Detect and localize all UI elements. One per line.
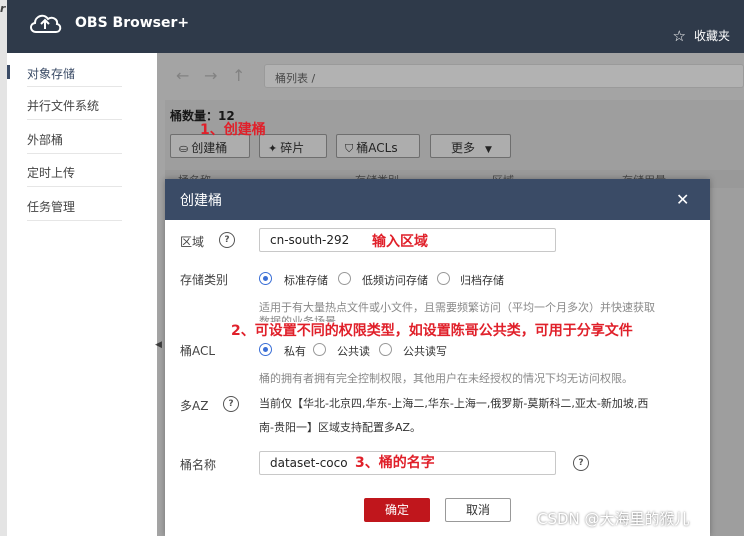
multi-az-info: 当前仅【华北-北京四,华东-上海二,华东-上海一,俄罗斯-莫斯科二,亚太-新加坡…: [259, 392, 709, 440]
app-title: OBS Browser+: [75, 15, 190, 31]
multi-az-info-line-1: 当前仅【华北-北京四,华东-上海二,华东-上海一,俄罗斯-莫斯科二,亚太-新加坡…: [259, 397, 649, 410]
star-icon: ☆: [672, 27, 686, 45]
radio-label: 归档存储: [460, 274, 504, 287]
corner-glyph: r: [0, 2, 6, 15]
radio-label: 公共读: [337, 345, 370, 358]
radio-standard-storage[interactable]: [259, 272, 272, 285]
region-label: 区域: [180, 235, 205, 249]
bucket-name-label: 桶名称: [180, 458, 217, 472]
annotation-bucket-name: 3、桶的名字: [355, 455, 435, 471]
sidebar-item-scheduled-upload[interactable]: 定时上传: [27, 164, 122, 181]
divider: [27, 186, 122, 187]
bucket-acl-label: 桶ACL: [180, 344, 216, 358]
sidebar-item-object-storage[interactable]: 对象存储: [27, 65, 122, 82]
sidebar-item-task-management[interactable]: 任务管理: [27, 198, 122, 215]
radio-public-read-write[interactable]: [379, 343, 392, 356]
acl-description: 桶的拥有者拥有完全控制权限，其他用户在未经授权的情况下均无访问权限。: [259, 372, 633, 385]
divider: [27, 220, 122, 221]
dialog-title: 创建桶: [180, 193, 222, 209]
cancel-button[interactable]: 取消: [445, 498, 511, 522]
radio-infrequent-storage[interactable]: [338, 272, 351, 285]
active-indicator: [7, 65, 10, 79]
radio-label: 公共读写: [403, 345, 447, 358]
confirm-button[interactable]: 确定: [364, 498, 430, 522]
watermark: CSDN @大海里的猴儿: [537, 510, 690, 528]
favorites-button[interactable]: ☆ 收藏夹: [673, 27, 730, 45]
radio-label: 私有: [284, 345, 306, 358]
dialog-header: [165, 179, 710, 220]
sidebar-item-parallel-fs[interactable]: 并行文件系统: [27, 97, 122, 114]
cloud-logo-icon: [30, 14, 62, 33]
help-icon[interactable]: ?: [219, 232, 235, 248]
sidebar-item-external-bucket[interactable]: 外部桶: [27, 131, 122, 148]
close-icon[interactable]: ✕: [676, 190, 689, 209]
app-header: OBS Browser+ ☆ 收藏夹: [7, 0, 744, 53]
help-icon[interactable]: ?: [573, 455, 589, 471]
favorites-label: 收藏夹: [693, 29, 730, 43]
multi-az-label: 多AZ: [180, 399, 209, 413]
annotation-acl: 2、可设置不同的权限类型，如设置陈哥公共类，可用于分享文件: [231, 323, 633, 339]
divider: [27, 119, 122, 120]
multi-az-info-line-2: 南-贵阳一】区域支持配置多AZ。: [259, 421, 422, 434]
radio-label: 低频访问存储: [362, 274, 428, 287]
annotation-region: 输入区域: [372, 234, 428, 250]
radio-public-read[interactable]: [313, 343, 326, 356]
help-icon[interactable]: ?: [223, 396, 239, 412]
sidebar: 对象存储 并行文件系统 外部桶 定时上传 任务管理: [7, 53, 157, 536]
divider: [27, 86, 122, 87]
radio-archive-storage[interactable]: [437, 272, 450, 285]
radio-private[interactable]: [259, 343, 272, 356]
annotation-create-bucket: 1、创建桶: [200, 122, 266, 138]
radio-label: 标准存储: [284, 274, 328, 287]
divider: [27, 153, 122, 154]
storage-class-label: 存储类别: [180, 273, 229, 287]
